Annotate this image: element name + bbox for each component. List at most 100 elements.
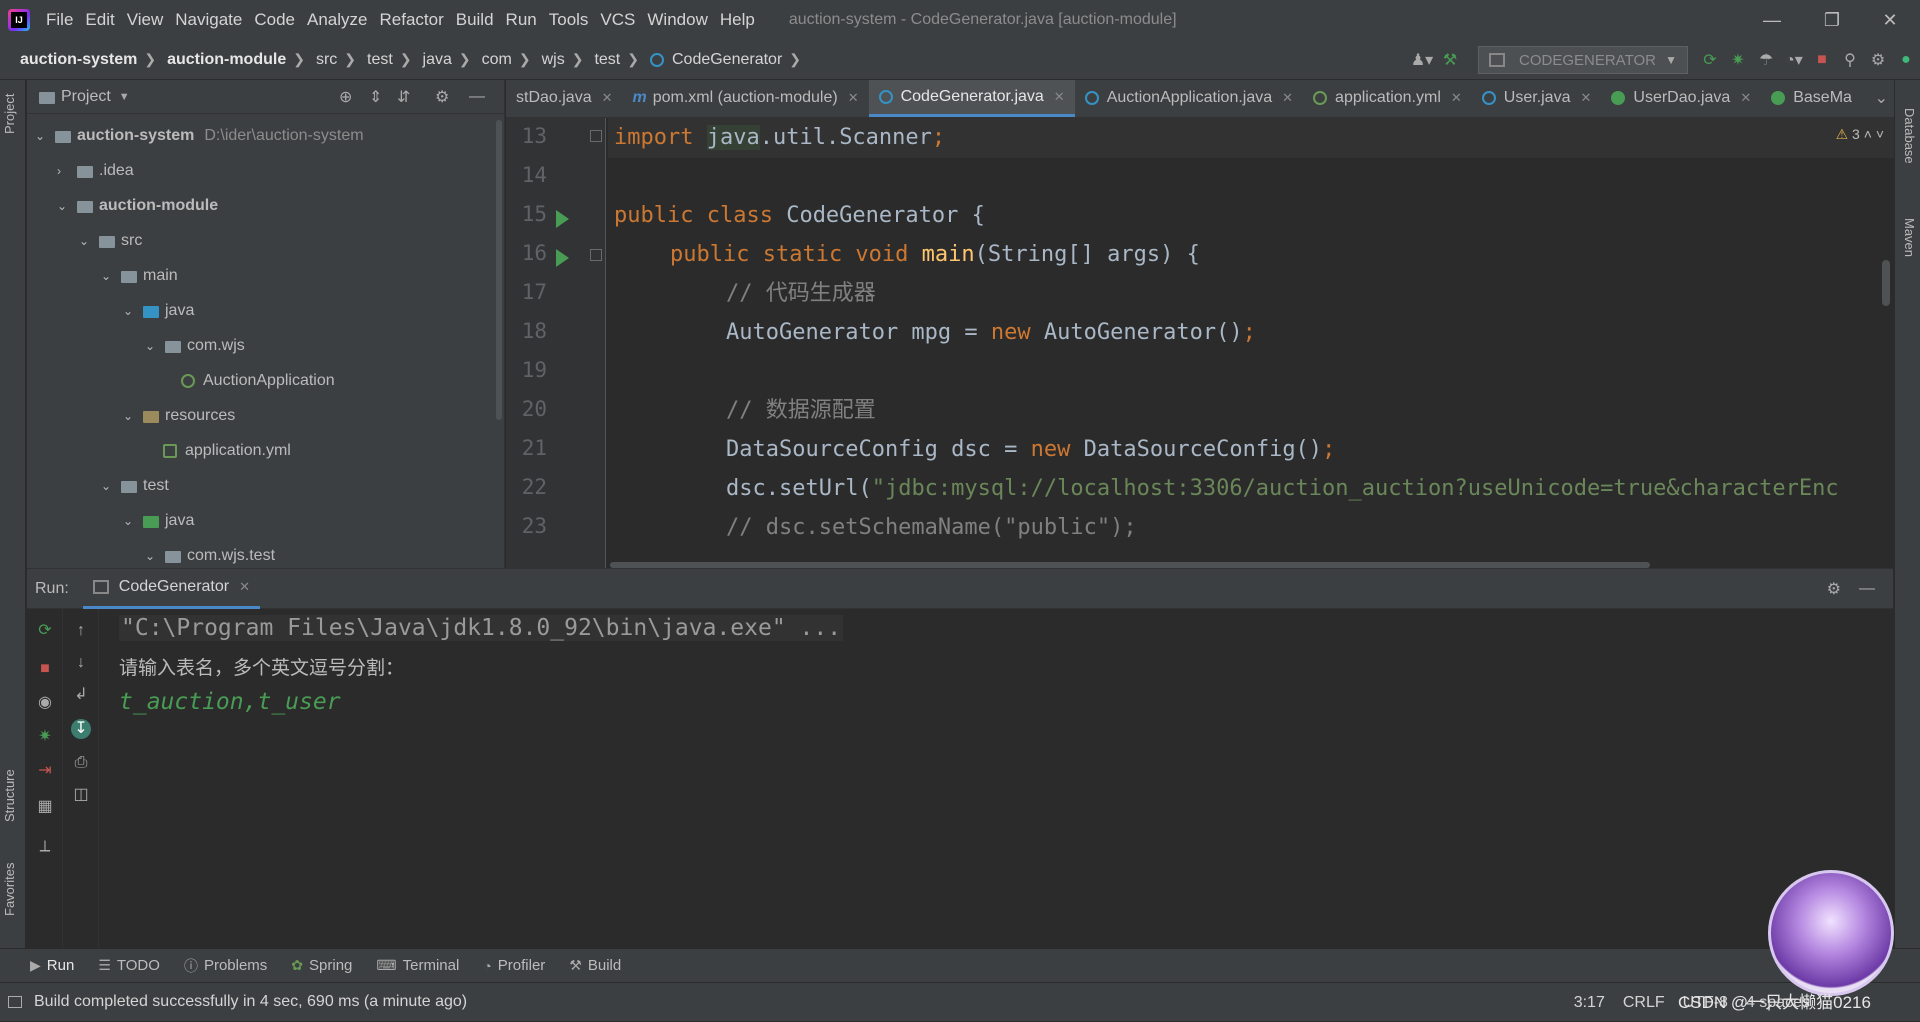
bottom-tab-build[interactable]: ⚒ Build [569,957,621,974]
run-gutter-icon[interactable] [556,249,569,267]
chevron-down-icon[interactable]: ⌄ [123,514,137,528]
menu-file[interactable]: File [40,0,79,40]
user-icon[interactable]: ♟▾ [1408,40,1436,80]
tree-item-test-java[interactable]: ⌄ java [27,503,194,538]
expand-all-icon[interactable]: ⇕ [369,87,382,107]
tree-item-main[interactable]: ⌄ main [27,258,178,293]
profile-icon[interactable]: ◔▾ [1780,40,1808,80]
tab-userdao[interactable]: UserDao.java ✕ [1601,80,1761,117]
bottom-tab-terminal[interactable]: ⌨ Terminal [376,957,459,974]
breadcrumb-item[interactable]: test [367,51,393,69]
debug-icon[interactable]: ✷ [35,727,55,747]
menu-vcs[interactable]: VCS [594,0,641,40]
chevron-down-icon[interactable]: ˅ [1876,126,1884,142]
tree-item-auction-system[interactable]: ⌄ auction-system D:\ider\auction-system [27,118,364,153]
tool-window-toggle-icon[interactable] [8,996,22,1008]
restore-icon[interactable]: ❐ [1804,0,1860,40]
chevron-down-icon[interactable]: ⌄ [145,339,159,353]
tree-item-application-yml[interactable]: application.yml [27,433,291,468]
chevron-down-icon[interactable]: ⌄ [123,304,137,318]
coverage-icon[interactable]: ☂ [1752,40,1780,80]
fold-icon[interactable] [590,130,602,142]
chevron-down-icon[interactable]: ▼ [119,91,130,103]
search-icon[interactable]: ⚲ [1836,40,1864,80]
project-tool-button[interactable]: Project [2,94,17,134]
debug-icon[interactable]: ✷ [1724,40,1752,80]
menu-window[interactable]: Window [641,0,713,40]
chevron-down-icon[interactable]: ⌄ [35,129,49,143]
tree-item-resources[interactable]: ⌄ resources [27,398,235,433]
tab-stdao[interactable]: stDao.java ✕ [506,80,623,117]
menu-build[interactable]: Build [450,0,500,40]
bottom-tab-profiler[interactable]: ◔ Profiler [483,957,545,974]
scroll-to-end-icon[interactable]: ↧ [71,719,91,739]
editor-vertical-scrollbar[interactable] [1882,260,1890,306]
tab-auctionapplication[interactable]: AuctionApplication.java ✕ [1075,80,1303,117]
breadcrumb-item[interactable]: com [482,51,512,69]
close-icon[interactable]: ✕ [602,90,613,106]
close-icon[interactable]: ✕ [848,90,859,106]
chevron-down-icon[interactable]: ⌄ [57,199,71,213]
status-message[interactable]: Build completed successfully in 4 sec, 6… [34,993,467,1011]
chevron-down-icon[interactable]: ⌄ [145,549,159,563]
chevron-down-icon[interactable]: ⌄ [123,409,137,423]
close-icon[interactable]: ✕ [239,579,250,595]
menu-navigate[interactable]: Navigate [169,0,248,40]
soft-wrap-icon[interactable]: ↲ [71,685,91,705]
close-icon[interactable]: ✕ [1580,90,1591,106]
console-output[interactable]: "C:\Program Files\Java\jdk1.8.0_92\bin\j… [119,609,1893,949]
bottom-tab-problems[interactable]: ⓘ Problems [184,956,267,976]
breadcrumb-item[interactable]: auction-module [167,51,286,69]
menu-analyze[interactable]: Analyze [301,0,373,40]
project-scrollbar[interactable] [496,120,502,420]
chevron-down-icon[interactable]: ⌄ [79,234,93,248]
fold-icon[interactable] [590,249,602,261]
build-hammer-icon[interactable]: ⚒ [1436,40,1464,80]
maven-tool-button[interactable]: Maven [1902,218,1917,257]
menu-code[interactable]: Code [248,0,301,40]
bottom-tab-run[interactable]: ▶ Run [30,957,74,974]
collapse-all-icon[interactable]: ⇵ [397,87,410,107]
close-icon[interactable]: ✕ [1740,90,1751,106]
minimize-icon[interactable]: — [1744,0,1800,40]
chevron-down-icon[interactable]: ⌄ [101,479,115,493]
gear-icon[interactable]: ⚙ [435,87,449,107]
line-separator[interactable]: CRLF [1623,994,1665,1012]
favorites-tool-button[interactable]: Favorites [2,863,17,916]
tree-item-src[interactable]: ⌄ src [27,223,142,258]
print-icon[interactable]: ⎙ [71,753,91,773]
locate-icon[interactable]: ⊕ [339,87,352,107]
close-icon[interactable]: ✕ [1054,89,1065,105]
arrow-down-icon[interactable]: ↓ [71,653,91,673]
tree-item-test[interactable]: ⌄ test [27,468,169,503]
tab-basemapper[interactable]: BaseMa [1761,80,1862,117]
tree-item-auctionapplication[interactable]: AuctionApplication [27,363,335,398]
database-tool-button[interactable]: Database [1902,108,1917,164]
tab-user[interactable]: User.java ✕ [1472,80,1602,117]
arrow-up-icon[interactable]: ↑ [71,621,91,641]
settings-icon[interactable]: ⚙ [1864,40,1892,80]
layout-icon[interactable]: ▦ [35,797,55,817]
exit-icon[interactable]: ⇥ [35,761,55,781]
tree-item-idea[interactable]: › .idea [27,153,134,188]
breadcrumb-item[interactable]: src [316,51,337,69]
breadcrumb-item[interactable]: test [594,51,620,69]
close-icon[interactable]: ✕ [1451,90,1462,106]
menu-run[interactable]: Run [500,0,543,40]
run-config-select[interactable]: CODEGENERATOR ▼ [1478,46,1688,74]
tab-codegenerator[interactable]: CodeGenerator.java ✕ [868,80,1075,117]
structure-tool-button[interactable]: Structure [2,769,17,822]
tab-application-yml[interactable]: application.yml ✕ [1303,80,1472,117]
hide-panel-icon[interactable]: — [1859,580,1875,598]
stop-icon[interactable]: ■ [35,659,55,679]
plugin-icon[interactable]: ● [1892,40,1920,80]
tabs-overflow-icon[interactable]: ⌄ [1875,88,1888,108]
bottom-tab-todo[interactable]: ☰ TODO [98,957,160,974]
breadcrumb-item[interactable]: CodeGenerator [672,51,782,69]
chevron-down-icon[interactable]: ⌄ [101,269,115,283]
project-panel-title[interactable]: Project [61,88,111,106]
menu-edit[interactable]: Edit [79,0,120,40]
chevron-up-icon[interactable]: ˄ [1864,126,1872,142]
run-gutter-icon[interactable] [556,210,569,228]
inspection-widget[interactable]: ⚠ 3 ˄ ˅ [1836,126,1884,143]
